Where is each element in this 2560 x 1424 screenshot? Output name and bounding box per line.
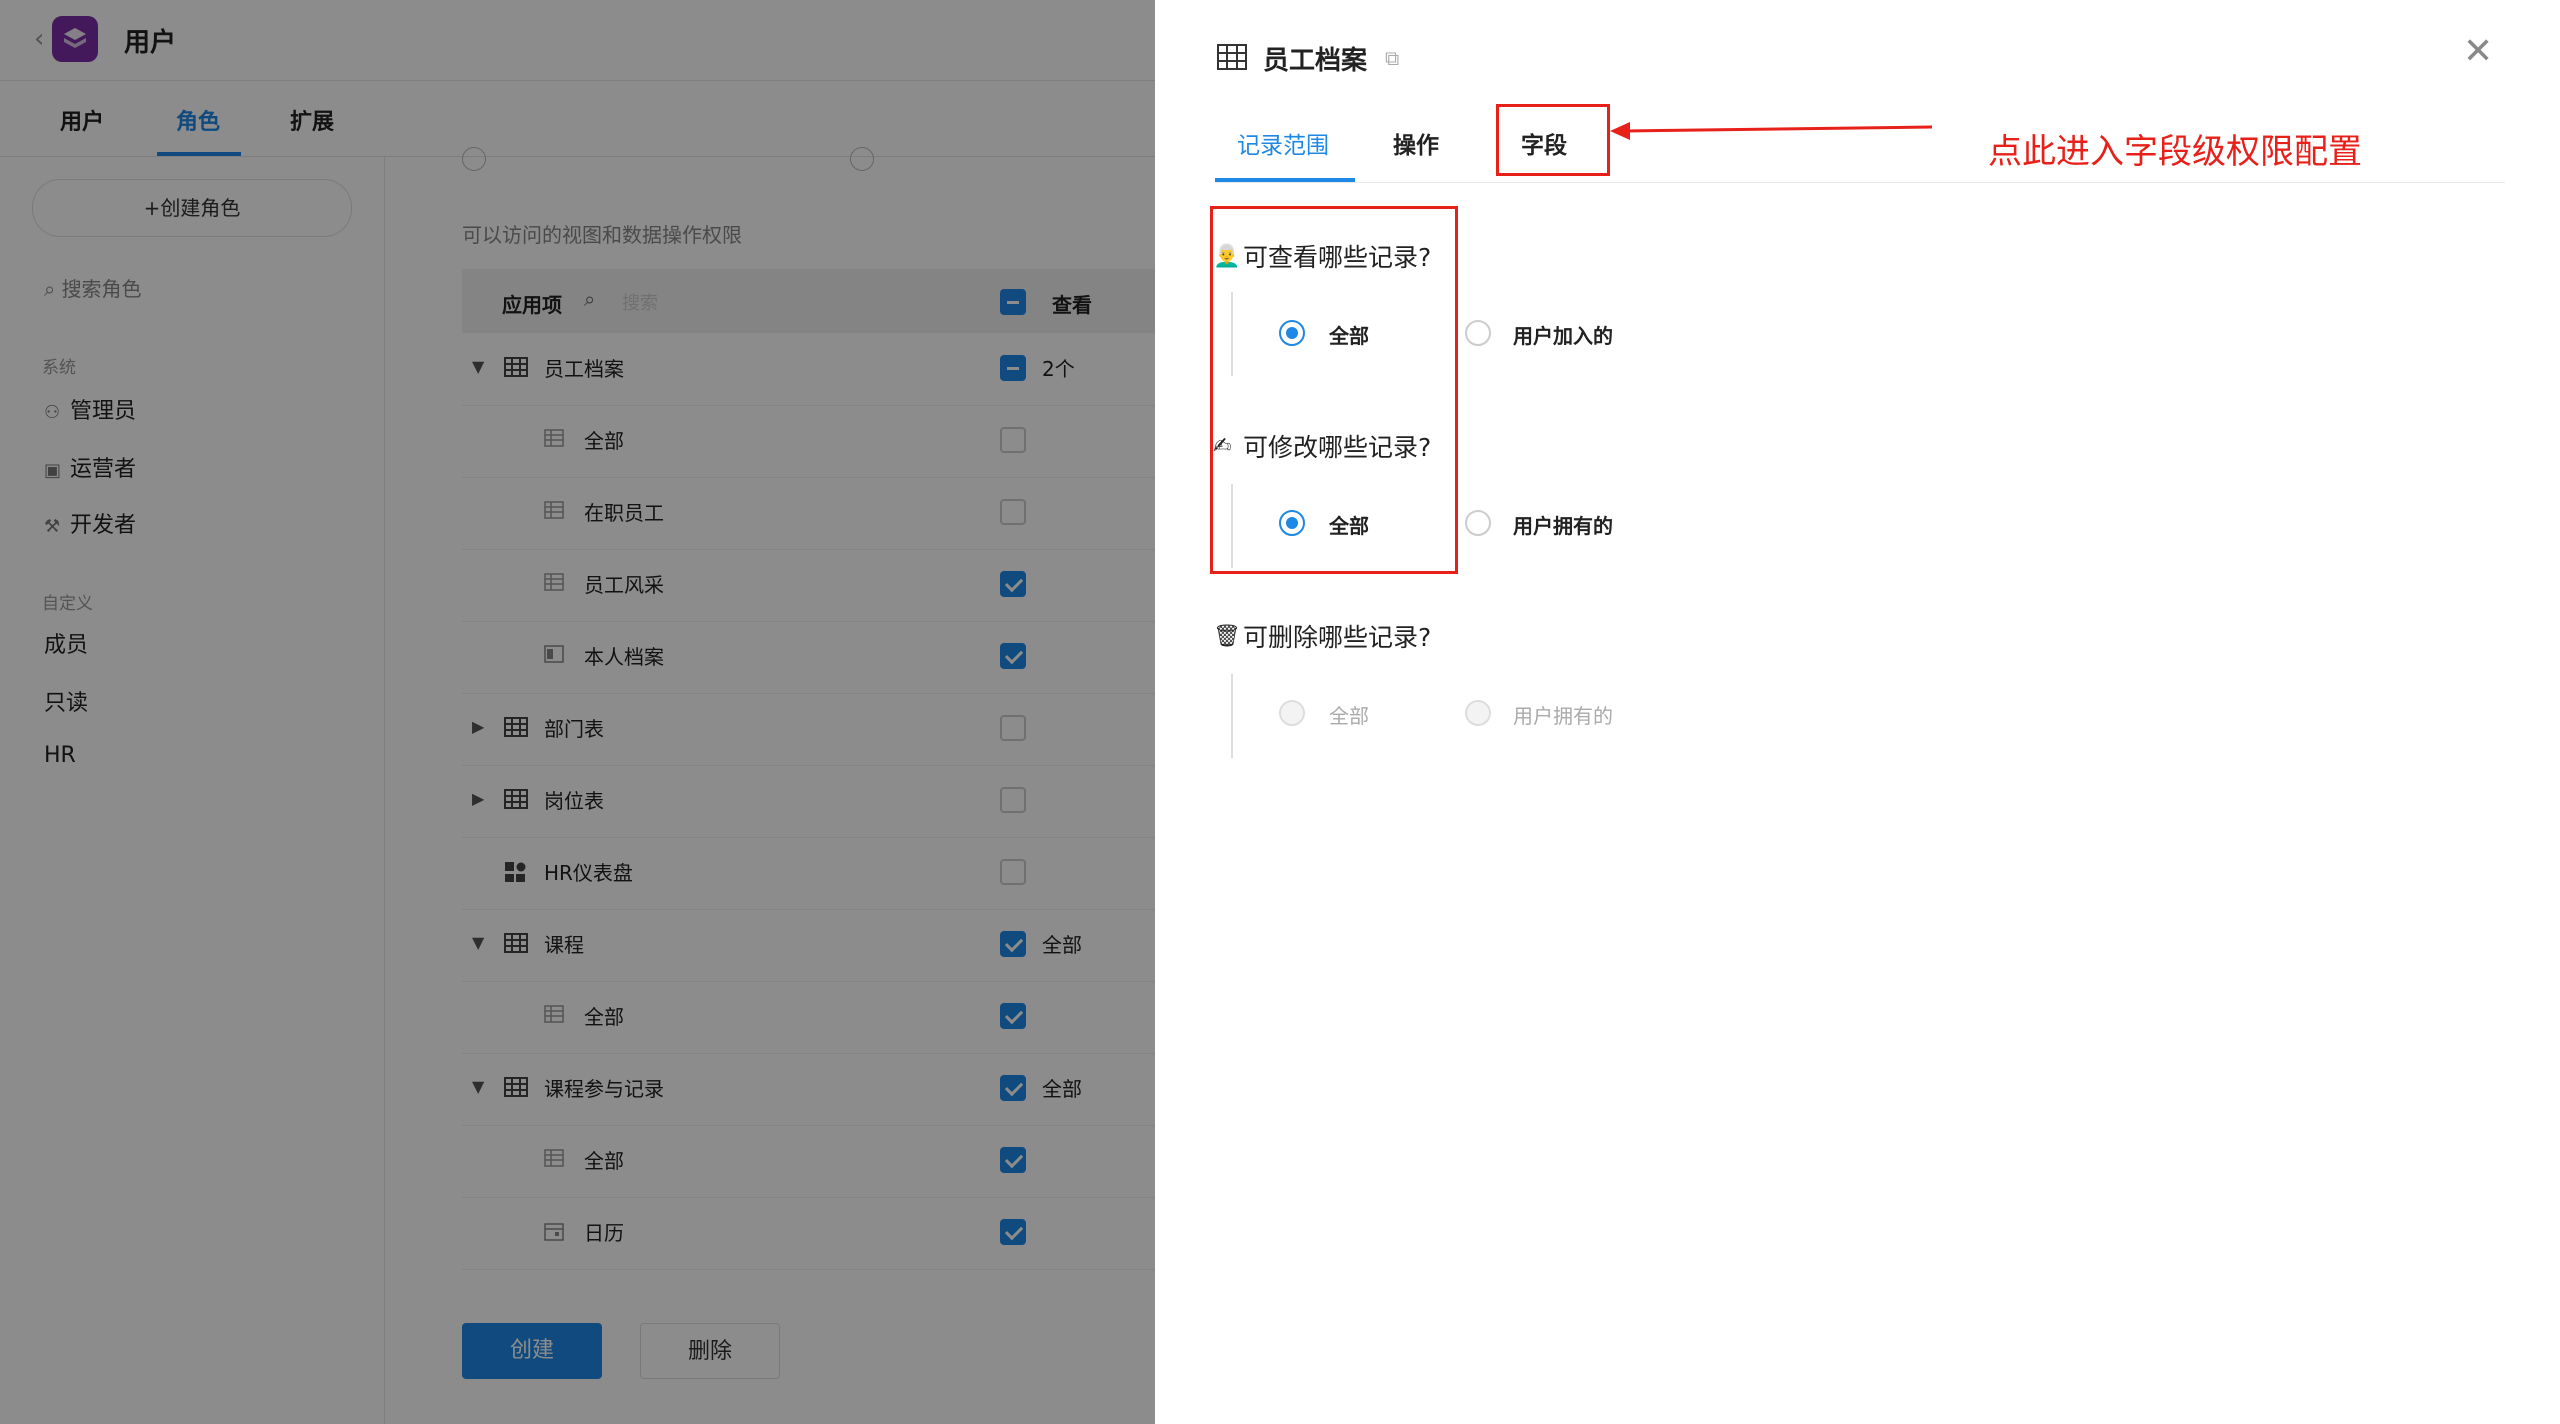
annotation-text: 点此进入字段级权限配置 [1988,132,2362,172]
section-divider [1231,674,1233,758]
edit-owned-radio[interactable] [1465,510,1491,536]
delete-all-label: 全部 [1329,704,1369,728]
annotation-arrow-icon [1610,122,1933,140]
edit-owned-label: 用户拥有的 [1513,514,1613,538]
drawer-tab-indicator [1215,178,1355,182]
trash-icon: 🗑 [1213,624,1241,649]
highlight-box-fields-tab [1496,104,1610,176]
close-icon[interactable]: ✕ [2463,34,2493,70]
view-joined-label: 用户加入的 [1513,324,1613,348]
external-link-icon[interactable]: ⧉ [1385,46,1399,70]
highlight-box-scope [1210,206,1458,574]
table-icon [1217,44,1247,70]
view-joined-radio[interactable] [1465,320,1491,346]
role-settings-app: ‹ 用户 用户 角色 扩展 +创建角色 ⌕ 搜索角色 系统 ⚇ 管理员 ▣ 运营者 … [0,0,1155,1424]
modal-overlay[interactable] [0,0,1155,1424]
delete-all-radio[interactable] [1279,700,1305,726]
section-delete-title: 可删除哪些记录? [1243,623,1432,652]
delete-owned-label: 用户拥有的 [1513,704,1613,728]
delete-owned-radio[interactable] [1465,700,1491,726]
tab-operations[interactable]: 操作 [1393,126,1439,160]
tab-record-scope[interactable]: 记录范围 [1237,126,1329,160]
drawer-title: 员工档案 [1263,46,1368,76]
